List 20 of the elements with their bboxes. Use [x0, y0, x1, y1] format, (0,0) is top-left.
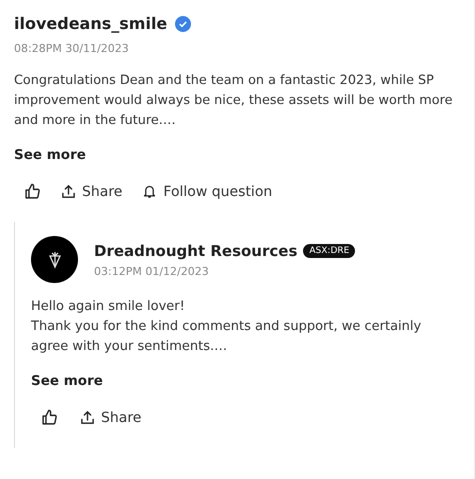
like-button[interactable]	[41, 409, 58, 426]
ticker-badge: ASX:DRE	[303, 244, 356, 258]
share-button[interactable]: Share	[61, 184, 122, 200]
bell-icon	[142, 184, 158, 199]
share-icon	[61, 184, 76, 199]
like-button[interactable]	[24, 183, 41, 200]
share-icon	[80, 410, 95, 425]
see-more-link[interactable]: See more	[31, 373, 103, 389]
company-name[interactable]: Dreadnought Resources	[94, 242, 298, 260]
see-more-link[interactable]: See more	[14, 147, 86, 163]
thumbs-up-icon	[24, 183, 41, 200]
thumbs-up-icon	[41, 409, 58, 426]
emblem-icon	[48, 250, 62, 268]
timestamp: 03:12PM 01/12/2023	[94, 264, 210, 278]
timestamp: 08:28PM 30/11/2023	[14, 42, 130, 55]
follow-button[interactable]: Follow question	[142, 184, 272, 200]
post-text: Congratulations Dean and the team on a fantastic 2023, while SP improvement would always be nice, these assets will be worth more and more in the future.…	[14, 72, 454, 130]
share-button[interactable]: Share	[80, 410, 142, 426]
username[interactable]: ilovedeans_smile	[14, 14, 168, 33]
reply-text: Hello again smile lover! Thank you for the kind comments and support, we certainly agree with your sentiments.…	[31, 298, 422, 356]
